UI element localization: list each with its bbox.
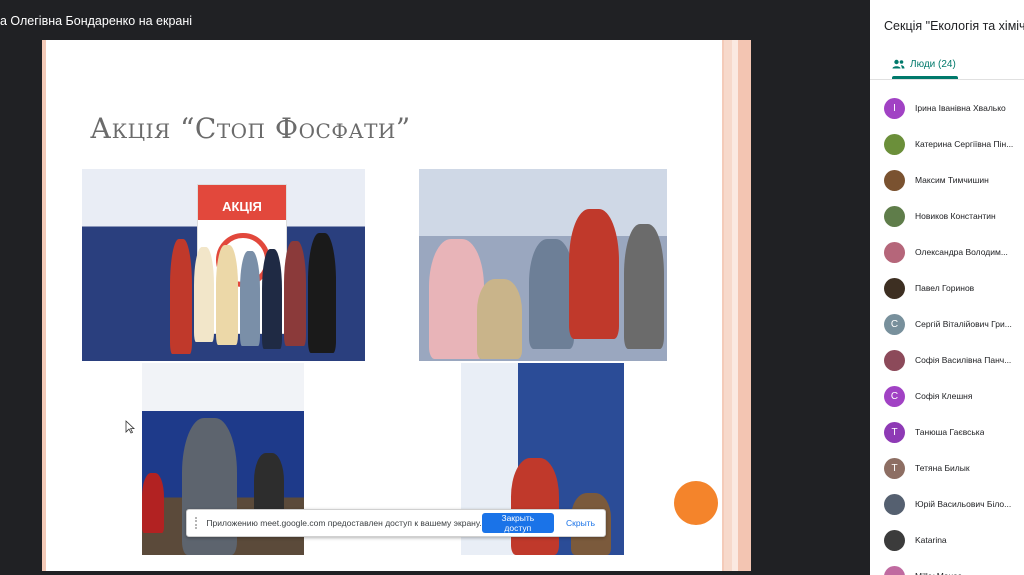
- participant-item[interactable]: Т Тетяна Билык: [870, 450, 1024, 486]
- screen-share-notification: Приложению meet.google.com предоставлен …: [186, 509, 606, 537]
- participants-list: І Ірина Іванівна Хвалько Катерина Сергіївн…: [870, 90, 1024, 575]
- person-figure: [142, 473, 164, 533]
- person-figure: [624, 224, 664, 349]
- participant-item[interactable]: Milky Mouse: [870, 558, 1024, 575]
- avatar: [884, 349, 905, 371]
- people-icon: [892, 59, 905, 69]
- avatar: [884, 169, 905, 191]
- presenter-action-button[interactable]: [674, 481, 718, 525]
- participant-name: Софія Клешня: [915, 391, 973, 401]
- participant-name: Павел Горинов: [915, 283, 975, 293]
- participant-item[interactable]: Софія Василівна Панч...: [870, 342, 1024, 378]
- participant-name: Катерина Сергіївна Пін...: [915, 139, 1014, 149]
- meeting-title: Секція "Екологія та хімічні: [884, 19, 1024, 33]
- avatar: [884, 565, 905, 575]
- person-figure: [240, 251, 260, 346]
- photo-group-banner: АКЦІЯ: [82, 169, 365, 361]
- participant-item[interactable]: С Софія Клешня: [870, 378, 1024, 414]
- participant-item[interactable]: С Сергій Віталійович Гри...: [870, 306, 1024, 342]
- person-figure: [170, 239, 192, 354]
- slide-title: Акція “Стоп Фосфати”: [90, 112, 411, 145]
- participant-name: Ірина Іванівна Хвалько: [915, 103, 1006, 113]
- person-figure: [511, 458, 559, 555]
- participant-name: Новиков Константин: [915, 211, 996, 221]
- participant-item[interactable]: Новиков Константин: [870, 198, 1024, 234]
- stop-sharing-button[interactable]: Закрыть доступ: [481, 513, 554, 533]
- avatar: [884, 241, 905, 263]
- person-figure: [429, 239, 484, 359]
- avatar: [884, 133, 905, 155]
- participant-name: Сергій Віталійович Гри...: [915, 319, 1012, 329]
- avatar: С: [884, 313, 905, 335]
- banner-text: АКЦІЯ: [198, 185, 286, 220]
- participant-item[interactable]: Юрій Васильович Біло...: [870, 486, 1024, 522]
- mouse-cursor-icon: [125, 420, 135, 434]
- avatar: [884, 205, 905, 227]
- person-figure: [194, 247, 214, 342]
- participant-name: Максим Тимчишин: [915, 175, 989, 185]
- participant-name: Олександра Володим...: [915, 247, 1008, 257]
- participant-name: Софія Василівна Панч...: [915, 355, 1012, 365]
- meet-window: а Олегівна Бондаренко на екрані Акція “С…: [0, 0, 1024, 575]
- participant-name: Тетяна Билык: [915, 463, 970, 473]
- photo-students-table: [419, 169, 667, 361]
- participant-item[interactable]: Т Танюша Гаєвська: [870, 414, 1024, 450]
- share-message: Приложению meet.google.com предоставлен …: [206, 518, 482, 528]
- person-figure: [569, 209, 619, 339]
- avatar: Т: [884, 421, 905, 443]
- avatar: [884, 277, 905, 299]
- shared-screen: Акція “Стоп Фосфати” АКЦІЯ: [42, 40, 751, 571]
- person-figure: [308, 233, 336, 353]
- participant-item[interactable]: Павел Горинов: [870, 270, 1024, 306]
- person-figure: [216, 245, 238, 345]
- person-figure: [262, 249, 282, 349]
- avatar: [884, 529, 905, 551]
- person-figure: [477, 279, 522, 359]
- drag-handle-icon[interactable]: [195, 517, 200, 529]
- participant-name: Танюша Гаєвська: [915, 427, 985, 437]
- side-panel: Секція "Екологія та хімічні Люди (24) ІІ…: [870, 0, 1024, 575]
- person-figure: [284, 241, 306, 346]
- participant-item[interactable]: Максим Тимчишин: [870, 162, 1024, 198]
- presenter-title: а Олегівна Бондаренко на екрані: [0, 14, 193, 28]
- hide-button[interactable]: Скрыть: [560, 513, 601, 533]
- participant-item[interactable]: Катерина Сергіївна Пін...: [870, 126, 1024, 162]
- divider: [870, 79, 1024, 80]
- slide: Акція “Стоп Фосфати” АКЦІЯ: [46, 40, 722, 571]
- participant-item[interactable]: Олександра Володим...: [870, 234, 1024, 270]
- participant-item[interactable]: І Ірина Іванівна Хвалько: [870, 90, 1024, 126]
- participant-name: Katarina: [915, 535, 947, 545]
- tab-people[interactable]: Люди (24): [892, 50, 956, 78]
- avatar: [884, 493, 905, 515]
- participant-name: Юрій Васильович Біло...: [915, 499, 1012, 509]
- slide-decorative-border: [724, 40, 751, 571]
- presentation-stage: а Олегівна Бондаренко на екрані Акція “С…: [0, 0, 870, 575]
- avatar: С: [884, 385, 905, 407]
- people-tab-label: Люди (24): [910, 58, 956, 70]
- participant-name: Milky Mouse: [915, 571, 962, 575]
- person-figure: [529, 239, 574, 349]
- participant-item[interactable]: Katarina: [870, 522, 1024, 558]
- avatar: Т: [884, 457, 905, 479]
- avatar: І: [884, 97, 905, 119]
